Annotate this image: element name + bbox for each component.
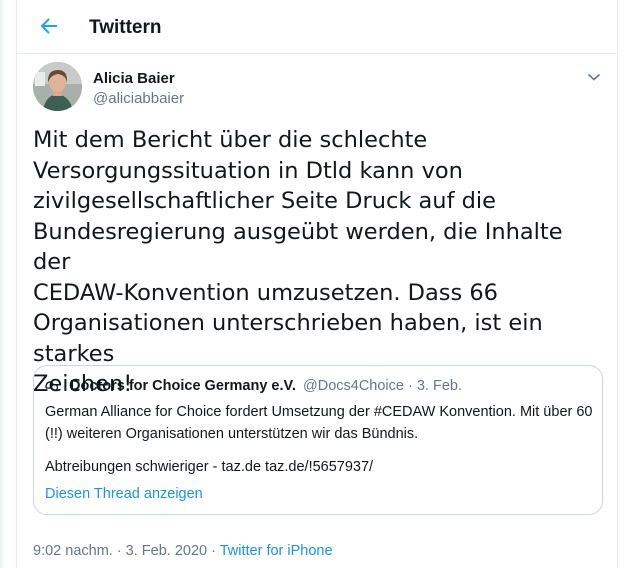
author-handle[interactable]: @aliciabbaier: [93, 90, 184, 107]
tweet-metadata: 9:02 nachm. · 3. Feb. 2020 · Twitter for…: [33, 543, 333, 559]
back-button[interactable]: [37, 14, 61, 38]
show-thread-link[interactable]: Diesen Thread anzeigen: [45, 486, 203, 502]
chevron-down-icon: [587, 73, 601, 81]
tweet-text: Mit dem Bericht über die schlechte Verso…: [33, 127, 563, 397]
tweet-timestamp[interactable]: 9:02 nachm. · 3. Feb. 2020 ·: [33, 543, 220, 559]
quoted-author-name: Doctors for Choice Germany e.V.: [70, 378, 296, 394]
tweet-source-link[interactable]: Twitter for iPhone: [220, 543, 333, 559]
more-options-button[interactable]: [585, 68, 603, 86]
quoted-text-link-line: Abtreibungen schwieriger - taz.de taz.de…: [45, 459, 374, 475]
quoted-text-paragraph: German Alliance for Choice fordert Umset…: [45, 404, 593, 442]
quoted-handle-date: @Docs4Choice · 3. Feb.: [303, 378, 462, 394]
page-header: Twittern: [17, 0, 617, 54]
quoted-tweet-text: German Alliance for Choice fordert Umset…: [45, 402, 593, 479]
organization-logo-icon: [45, 381, 59, 392]
author-name[interactable]: Alicia Baier: [93, 70, 175, 87]
page-title: Twittern: [89, 17, 162, 38]
quoted-tweet[interactable]: Doctors for Choice Germany e.V. @Docs4Ch…: [33, 365, 603, 515]
avatar-photo: [33, 62, 82, 111]
tweet-detail-column: Twittern Alicia Baier @aliciabbaier Mit …: [16, 0, 618, 568]
avatar[interactable]: [33, 62, 82, 111]
window-edge: [0, 0, 4, 568]
arrow-left-icon: [40, 18, 57, 34]
